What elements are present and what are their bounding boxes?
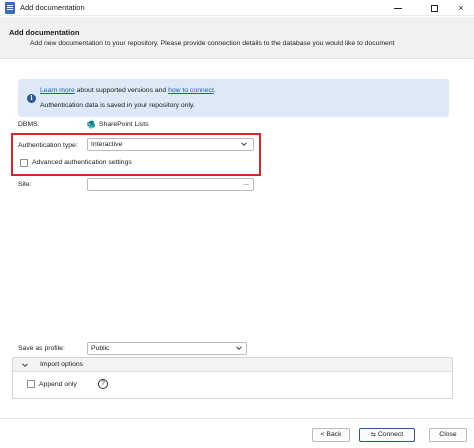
auth-type-value: Interactive bbox=[91, 141, 123, 148]
save-as-profile-select[interactable]: Public bbox=[87, 342, 247, 355]
info-icon: i bbox=[27, 94, 36, 103]
save-as-profile-label: Save as profile: bbox=[18, 345, 65, 352]
info-line-links: Learn more about supported versions and … bbox=[40, 87, 216, 94]
minimize-icon bbox=[394, 7, 402, 9]
maximize-icon bbox=[430, 4, 438, 12]
chevron-down-icon bbox=[22, 363, 28, 367]
page-title: Add documentation bbox=[9, 28, 80, 37]
close-icon: × bbox=[458, 3, 464, 13]
connect-label: Connect bbox=[377, 431, 404, 438]
auth-type-select[interactable]: Interactive bbox=[87, 138, 254, 151]
dbms-value: SharePoint Lists bbox=[99, 121, 149, 128]
dbms-label: DBMS: bbox=[18, 121, 40, 128]
learn-more-link[interactable]: Learn more bbox=[40, 87, 75, 94]
save-as-profile-value: Public bbox=[91, 345, 110, 352]
info-text-end: . bbox=[213, 87, 216, 94]
append-only-label: Append only bbox=[39, 381, 77, 388]
import-options-header[interactable]: Import options bbox=[13, 358, 452, 372]
back-button[interactable]: < Back bbox=[312, 428, 350, 442]
maximize-button[interactable] bbox=[420, 0, 448, 16]
import-options-panel: Import options Append only ? bbox=[12, 357, 453, 399]
advanced-auth-checkbox[interactable] bbox=[20, 159, 28, 167]
window-titlebar: Add documentation × bbox=[0, 0, 474, 16]
minimize-button[interactable] bbox=[384, 0, 412, 16]
import-options-title: Import options bbox=[40, 361, 84, 368]
chevron-down-icon bbox=[241, 142, 247, 146]
advanced-auth-label: Advanced authentication settings bbox=[32, 159, 132, 166]
auth-type-label: Authentication type: bbox=[18, 142, 78, 149]
info-auth-note: Authentication data is saved in your rep… bbox=[40, 102, 195, 109]
browse-button[interactable]: ... bbox=[243, 180, 249, 187]
close-window-button[interactable]: × bbox=[447, 0, 474, 16]
close-button[interactable]: Close bbox=[429, 428, 467, 442]
site-label: Site: bbox=[18, 181, 32, 188]
info-banner: i Learn more about supported versions an… bbox=[18, 79, 449, 117]
sharepoint-icon: S bbox=[87, 120, 96, 129]
connect-button[interactable]: ⇆ Connect bbox=[359, 428, 415, 442]
info-text-mid: about supported versions and bbox=[74, 87, 169, 94]
how-to-connect-link[interactable]: how to connect bbox=[168, 87, 214, 94]
help-icon[interactable]: ? bbox=[98, 379, 108, 389]
window-title: Add documentation bbox=[20, 3, 85, 12]
chevron-down-icon bbox=[236, 346, 242, 350]
app-icon bbox=[5, 2, 15, 14]
append-only-checkbox[interactable] bbox=[27, 380, 35, 388]
page-description: Add new documentation to your repository… bbox=[30, 40, 395, 47]
connect-icon: ⇆ bbox=[370, 432, 376, 438]
site-input[interactable]: ... bbox=[87, 178, 254, 191]
dialog-header: Add documentation Add new documentation … bbox=[0, 17, 474, 59]
